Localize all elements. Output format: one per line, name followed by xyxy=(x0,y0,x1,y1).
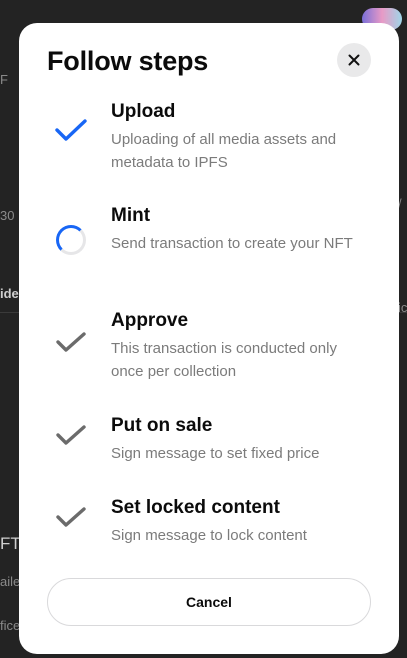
cancel-button[interactable]: Cancel xyxy=(47,578,371,626)
background-text: ic xyxy=(398,300,407,315)
check-icon xyxy=(51,322,91,362)
close-button[interactable] xyxy=(337,43,371,77)
step-description: Sign message to lock content xyxy=(111,527,307,544)
step-put-on-sale: Put on sale Sign message to set fixed pr… xyxy=(19,415,399,465)
step-description: Send transaction to create your NFT xyxy=(111,235,353,252)
step-approve: Approve This transaction is conducted on… xyxy=(19,310,399,380)
step-upload: Upload Uploading of all media assets and… xyxy=(19,101,399,171)
step-description: This transaction is conducted only once … xyxy=(111,340,337,380)
step-title: Mint xyxy=(111,205,151,226)
step-description: Sign message to set fixed price xyxy=(111,445,320,462)
spinner-icon xyxy=(51,220,91,260)
follow-steps-modal: Follow steps Upload Uploading of all med… xyxy=(19,23,399,654)
step-title: Set locked content xyxy=(111,497,280,518)
step-title: Put on sale xyxy=(111,415,213,436)
check-icon xyxy=(51,497,91,537)
step-title: Approve xyxy=(111,310,189,331)
check-icon xyxy=(51,415,91,455)
modal-title: Follow steps xyxy=(47,46,209,76)
background-text: F xyxy=(0,72,8,87)
background-text: 30 xyxy=(0,208,15,223)
background-text: FT xyxy=(0,534,21,553)
step-mint: Mint Send transaction to create your NFT xyxy=(19,205,399,275)
step-set-locked-content: Set locked content Sign message to lock … xyxy=(19,497,399,547)
step-description: Uploading of all media assets and metada… xyxy=(111,131,337,171)
check-icon xyxy=(51,110,91,150)
background-text: fice xyxy=(0,618,21,633)
close-icon xyxy=(348,54,360,66)
step-title: Upload xyxy=(111,101,176,122)
background-text: aile xyxy=(0,574,21,589)
background-text: ide xyxy=(0,286,19,301)
